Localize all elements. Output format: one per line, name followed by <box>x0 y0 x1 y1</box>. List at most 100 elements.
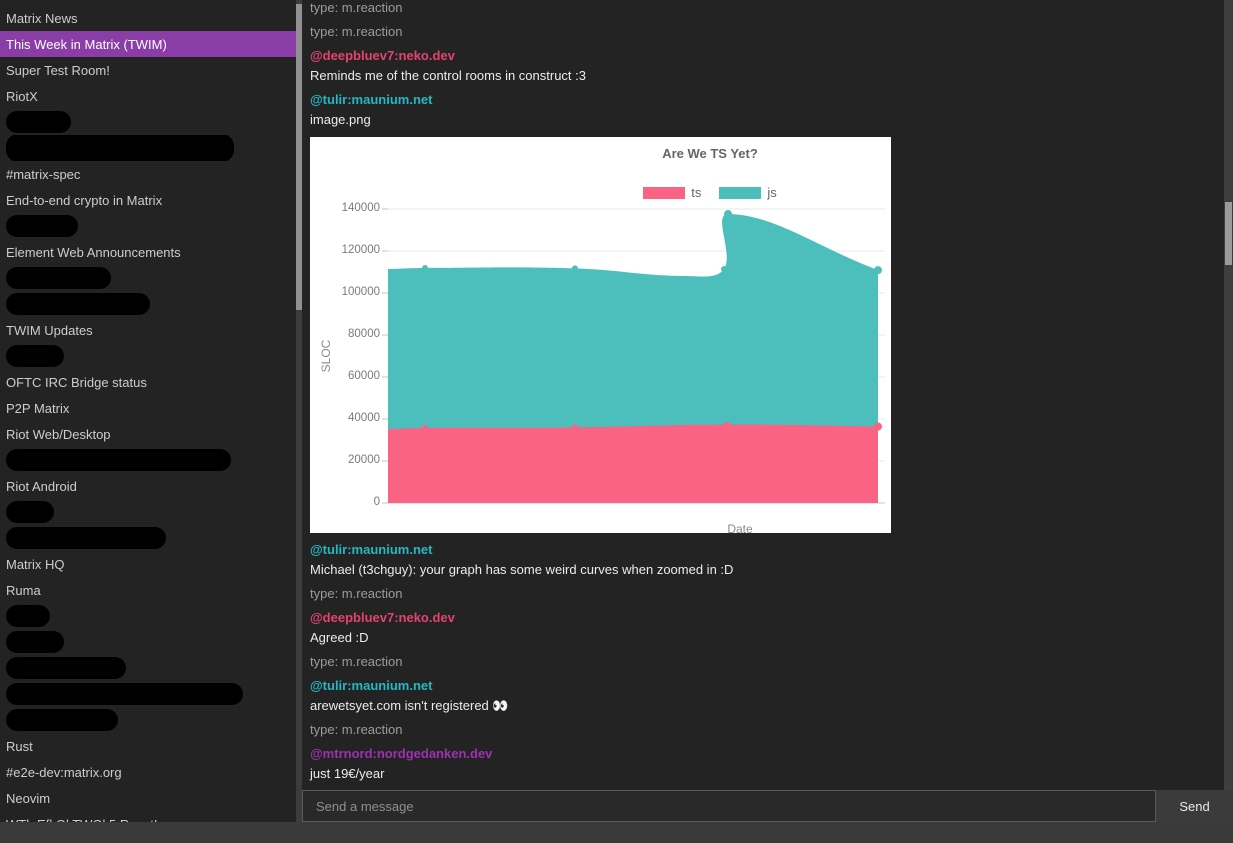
message-sender[interactable]: @tulir:maunium.net <box>310 93 1224 107</box>
message-text: Agreed :D <box>310 631 1224 645</box>
room-item[interactable]: Riot Android <box>0 473 296 499</box>
y-axis-tick-label: 40000 <box>310 412 380 424</box>
redacted-room-name <box>6 267 111 289</box>
message-text: arewetsyet.com isn't registered 👀 <box>310 699 1224 713</box>
room-item-redacted[interactable] <box>0 343 296 369</box>
data-point-js <box>724 210 732 218</box>
room-item-redacted[interactable] <box>0 109 296 135</box>
message: @deepbluev7:neko.dev Agreed :D <box>310 611 1224 645</box>
room-item[interactable]: Rust <box>0 733 296 759</box>
message-text: Michael (t3chguy): your graph has some w… <box>310 563 1224 577</box>
x-axis-title: Date <box>705 522 775 533</box>
legend-label: ts <box>691 185 701 200</box>
y-axis-tick-label: 100000 <box>310 286 380 298</box>
data-point-js <box>874 266 882 274</box>
message: @mtrnord:nordgedanken.dev just 19€/year <box>310 747 1224 781</box>
redacted-room-name <box>6 215 78 237</box>
redacted-room-name <box>6 657 126 679</box>
room-item-redacted[interactable] <box>0 499 296 525</box>
room-item[interactable]: Super Test Room! <box>0 57 296 83</box>
room-item[interactable]: #e2e-dev:matrix.org <box>0 759 296 785</box>
room-item-clipped[interactable]: WTh Efl Ol TWOl 5 Roost! <box>0 811 296 822</box>
legend-swatch <box>719 187 761 199</box>
data-point-js <box>721 266 727 272</box>
event-type-label: type: m.reaction <box>310 655 1224 669</box>
redacted-room-name <box>6 135 234 161</box>
message-sender[interactable]: @deepbluev7:neko.dev <box>310 49 1224 63</box>
event-type-label: type: m.reaction <box>310 587 1224 601</box>
room-item[interactable]: #matrix-spec <box>0 161 296 187</box>
redacted-room-name <box>6 605 50 627</box>
room-item[interactable]: OFTC IRC Bridge status <box>0 369 296 395</box>
redacted-room-name <box>6 449 231 471</box>
room-item[interactable]: Riot Web/Desktop <box>0 421 296 447</box>
message-sender[interactable]: @tulir:maunium.net <box>310 543 1224 557</box>
room-item[interactable]: P2P Matrix <box>0 395 296 421</box>
room-item-redacted[interactable] <box>0 525 296 551</box>
message: @tulir:maunium.net Michael (t3chguy): you… <box>310 543 1224 577</box>
message: @deepbluev7:neko.dev Reminds me of the co… <box>310 49 1224 83</box>
data-point-js <box>572 265 578 271</box>
room-list: Matrix NewsThis Week in Matrix (TWIM)Sup… <box>0 0 296 822</box>
message-sender[interactable]: @tulir:maunium.net <box>310 679 1224 693</box>
y-axis-title: SLOC <box>319 325 333 387</box>
message: @tulir:maunium.netimage.png0200004000060… <box>310 93 1224 533</box>
timeline-scrollbar-thumb[interactable] <box>1225 202 1232 265</box>
room-item[interactable]: Ruma <box>0 577 296 603</box>
room-item[interactable]: RiotX <box>0 83 296 109</box>
message: @tulir:maunium.net arewetsyet.com isn't r… <box>310 679 1224 713</box>
redacted-room-name <box>6 293 150 315</box>
redacted-room-name <box>6 501 54 523</box>
chart-legend: ts js <box>450 185 891 200</box>
data-point-ts <box>874 423 882 431</box>
message-timeline: type: m.reaction type: m.reaction @deepblu… <box>302 0 1224 790</box>
room-item[interactable]: Matrix News <box>0 5 296 31</box>
room-item-redacted[interactable] <box>0 265 296 291</box>
redacted-room-name <box>6 345 64 367</box>
room-item[interactable]: Element Web Announcements <box>0 239 296 265</box>
y-axis-tick-label: 120000 <box>310 244 380 256</box>
message-attachment-image[interactable]: 020000400006000080000100000120000140000A… <box>310 137 891 533</box>
room-item-redacted[interactable] <box>0 707 296 733</box>
redacted-room-name <box>6 683 243 705</box>
y-axis-tick-label: 20000 <box>310 454 380 466</box>
send-button[interactable]: Send <box>1156 790 1233 822</box>
room-item-redacted[interactable] <box>0 655 296 681</box>
message-text: Reminds me of the control rooms in const… <box>310 69 1224 83</box>
room-item[interactable]: End-to-end crypto in Matrix <box>0 187 296 213</box>
room-item-redacted[interactable] <box>0 213 296 239</box>
redacted-room-name <box>6 111 71 133</box>
y-axis-tick-label: 140000 <box>310 202 380 214</box>
room-item-redacted[interactable] <box>0 135 296 161</box>
message-text: image.png <box>310 113 1224 127</box>
room-item[interactable]: Matrix HQ <box>0 551 296 577</box>
data-point-ts <box>422 425 428 431</box>
message-sender[interactable]: @deepbluev7:neko.dev <box>310 611 1224 625</box>
series-area-ts <box>388 424 878 503</box>
message-sender[interactable]: @mtrnord:nordgedanken.dev <box>310 747 1224 761</box>
room-item-redacted[interactable] <box>0 603 296 629</box>
room-item-redacted[interactable] <box>0 291 296 317</box>
redacted-room-name <box>6 527 166 549</box>
room-item[interactable]: TWIM Updates <box>0 317 296 343</box>
room-item-redacted[interactable] <box>0 629 296 655</box>
room-item-redacted[interactable] <box>0 447 296 473</box>
y-axis-tick-label: 0 <box>310 496 380 508</box>
redacted-room-name <box>6 709 118 731</box>
data-point-ts <box>572 424 578 430</box>
event-type-label: type: m.reaction <box>310 1 1224 15</box>
matrix-client-window: Matrix NewsThis Week in Matrix (TWIM)Sup… <box>0 0 1233 843</box>
legend-item[interactable]: js <box>719 185 776 200</box>
message-text: just 19€/year <box>310 767 1224 781</box>
redacted-room-name <box>6 631 64 653</box>
legend-label: js <box>767 185 776 200</box>
message-input[interactable] <box>302 790 1156 822</box>
timeline-scrollbar-track[interactable] <box>1224 0 1233 790</box>
event-type-label: type: m.reaction <box>310 723 1224 737</box>
room-item-redacted[interactable] <box>0 681 296 707</box>
room-item[interactable]: Neovim <box>0 785 296 811</box>
room-item-active[interactable]: This Week in Matrix (TWIM) <box>0 31 296 57</box>
legend-item[interactable]: ts <box>643 185 701 200</box>
message-composer: Send <box>302 790 1233 822</box>
chart-title: Are We TS Yet? <box>450 146 891 161</box>
